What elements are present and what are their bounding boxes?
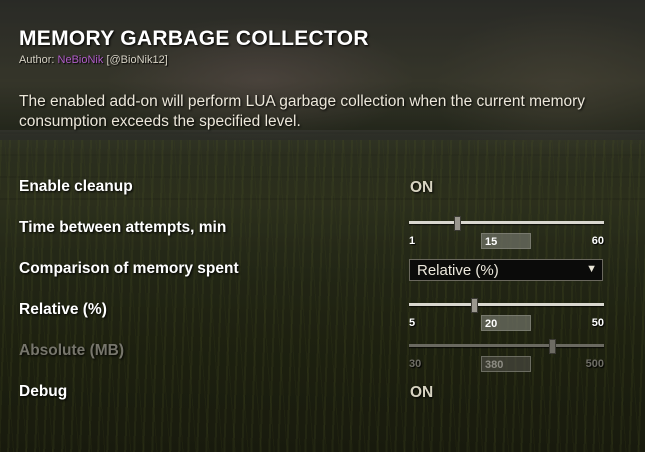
addon-description: The enabled add-on will perform LUA garb… (19, 93, 586, 130)
slider-max-label: 50 (591, 317, 604, 329)
slider-thumb[interactable] (454, 216, 461, 231)
time-between-label: Time between attempts, min (19, 219, 227, 236)
debug-toggle[interactable]: ON (410, 384, 433, 402)
triangle-down-icon[interactable]: ▼ (586, 263, 597, 275)
author-line: Author: NeBioNik [@BioNik12] (19, 54, 168, 66)
comparison-dropdown[interactable]: Relative (%) ▼ (409, 259, 603, 281)
page-title: MEMORY GARBAGE COLLECTOR (19, 27, 369, 50)
slider-value-box[interactable]: 15 (481, 233, 531, 249)
slider-thumb[interactable] (549, 339, 556, 354)
enable-cleanup-toggle[interactable]: ON (410, 179, 433, 197)
relative-slider[interactable]: 5 50 20 (409, 298, 604, 340)
comparison-label: Comparison of memory spent (19, 260, 239, 277)
time-between-slider[interactable]: 1 60 15 (409, 216, 604, 258)
slider-min-label: 1 (409, 235, 416, 247)
enable-cleanup-label: Enable cleanup (19, 178, 133, 195)
author-name: NeBioNik (57, 54, 104, 66)
slider-value-box[interactable]: 20 (481, 315, 531, 331)
slider-max-label: 60 (591, 235, 604, 247)
absolute-slider[interactable]: 30 500 380 (409, 339, 604, 381)
comparison-selected-value: Relative (%) (417, 262, 499, 279)
slider-min-label: 5 (409, 317, 416, 329)
slider-track[interactable] (409, 303, 604, 306)
slider-track[interactable] (409, 344, 604, 347)
relative-label: Relative (%) (19, 301, 107, 318)
absolute-label: Absolute (MB) (19, 342, 125, 359)
author-prefix: Author: (19, 54, 55, 66)
author-handle: [@BioNik12] (106, 54, 168, 66)
slider-min-label: 30 (409, 358, 422, 370)
settings-panel: MEMORY GARBAGE COLLECTOR Author: NeBioNi… (0, 0, 645, 452)
slider-value-box[interactable]: 380 (481, 356, 531, 372)
slider-max-label: 500 (585, 358, 604, 370)
slider-thumb[interactable] (471, 298, 478, 313)
slider-track[interactable] (409, 221, 604, 224)
debug-label: Debug (19, 383, 68, 400)
